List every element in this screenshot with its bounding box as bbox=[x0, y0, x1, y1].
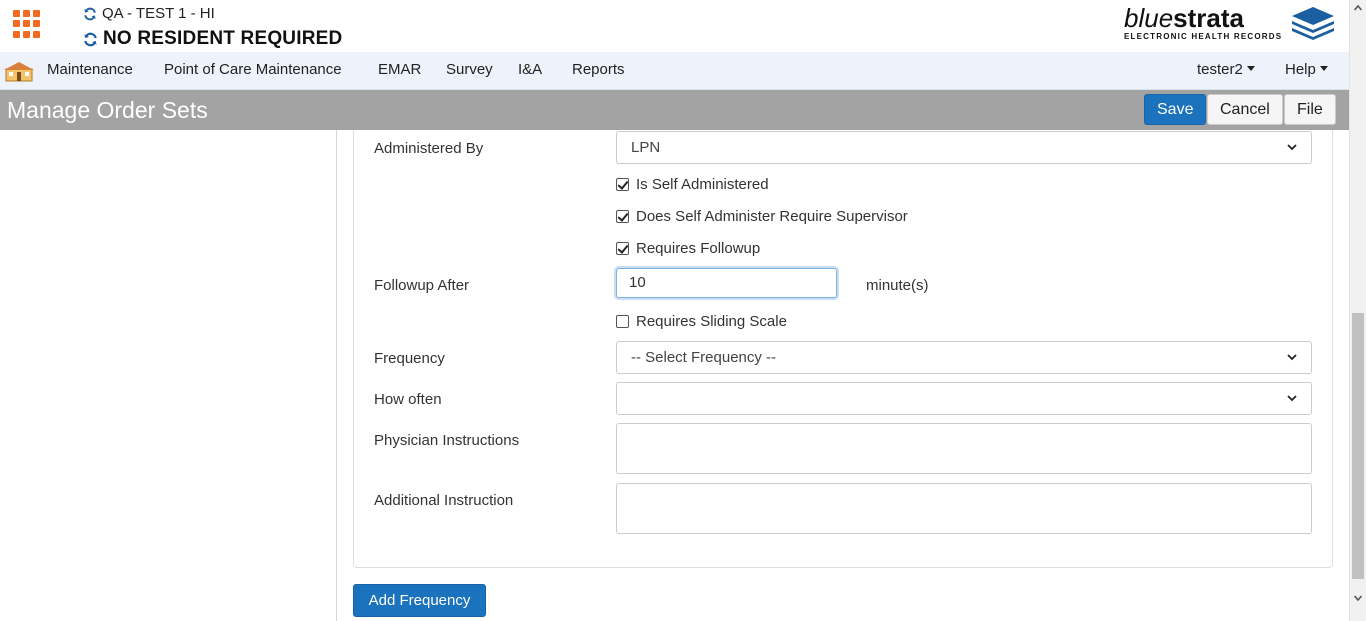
nav-survey[interactable]: Survey bbox=[446, 61, 493, 78]
facility-home-icon[interactable] bbox=[4, 60, 34, 84]
nav-maintenance[interactable]: Maintenance bbox=[47, 61, 133, 78]
sync-icon[interactable] bbox=[83, 7, 97, 21]
frequency-value: -- Select Frequency -- bbox=[631, 349, 777, 366]
physician-instructions-textarea[interactable] bbox=[616, 423, 1312, 474]
is-self-administered-checkbox[interactable]: Is Self Administered bbox=[616, 176, 769, 193]
resident-text: NO RESIDENT REQUIRED bbox=[103, 28, 343, 49]
requires-sliding-scale-checkbox[interactable]: Requires Sliding Scale bbox=[616, 313, 787, 330]
administered-by-value: LPN bbox=[631, 139, 661, 156]
physician-instructions-label: Physician Instructions bbox=[374, 432, 520, 449]
nav-reports[interactable]: Reports bbox=[572, 61, 625, 78]
caret-down-icon bbox=[1319, 66, 1328, 71]
stacked-layers-icon bbox=[1292, 7, 1334, 40]
sync-icon[interactable] bbox=[83, 32, 98, 47]
self-requires-supervisor-label: Does Self Administer Require Supervisor bbox=[636, 208, 908, 225]
checkbox-checked-icon[interactable] bbox=[616, 242, 629, 255]
administered-by-select[interactable]: LPN bbox=[616, 131, 1312, 164]
user-menu[interactable]: tester2 bbox=[1197, 61, 1255, 78]
file-button[interactable]: File bbox=[1284, 94, 1336, 125]
user-name: tester2 bbox=[1197, 61, 1243, 78]
vertical-scrollbar[interactable] bbox=[1349, 0, 1366, 621]
administered-by-label: Administered By bbox=[374, 140, 484, 157]
frequency-select[interactable]: -- Select Frequency -- bbox=[616, 341, 1312, 374]
requires-followup-checkbox[interactable]: Requires Followup bbox=[616, 240, 760, 257]
followup-after-label: Followup After bbox=[374, 277, 470, 294]
cancel-button[interactable]: Cancel bbox=[1207, 94, 1283, 125]
additional-instruction-label: Additional Instruction bbox=[374, 492, 514, 509]
checkbox-checked-icon[interactable] bbox=[616, 178, 629, 191]
environment-label[interactable]: QA - TEST 1 - HI bbox=[83, 5, 215, 22]
requires-sliding-scale-label: Requires Sliding Scale bbox=[636, 313, 787, 330]
add-frequency-button[interactable]: Add Frequency bbox=[353, 584, 486, 617]
scroll-down-arrow-icon[interactable] bbox=[1354, 594, 1362, 602]
how-often-select[interactable] bbox=[616, 382, 1312, 415]
chevron-down-icon bbox=[1287, 395, 1297, 402]
self-requires-supervisor-checkbox[interactable]: Does Self Administer Require Supervisor bbox=[616, 208, 908, 225]
left-sidebar bbox=[0, 130, 337, 621]
logo-wordmark: bluestrata bbox=[1124, 3, 1244, 33]
logo-tagline: ELECTRONIC HEALTH RECORDS bbox=[1124, 32, 1283, 41]
chevron-down-icon bbox=[1287, 354, 1297, 361]
is-self-administered-label: Is Self Administered bbox=[636, 176, 769, 193]
bluestrata-logo: bluestrata ELECTRONIC HEALTH RECORDS bbox=[1124, 3, 1336, 45]
frequency-label: Frequency bbox=[374, 350, 445, 367]
nav-point-of-care-maintenance[interactable]: Point of Care Maintenance bbox=[164, 61, 342, 78]
scroll-up-arrow-icon[interactable] bbox=[1354, 4, 1362, 12]
help-menu[interactable]: Help bbox=[1285, 61, 1328, 78]
environment-text: QA - TEST 1 - HI bbox=[102, 5, 215, 22]
checkbox-unchecked-icon[interactable] bbox=[616, 315, 629, 328]
save-button[interactable]: Save bbox=[1144, 94, 1207, 125]
chevron-down-icon bbox=[1287, 144, 1297, 151]
nav-ia[interactable]: I&A bbox=[518, 61, 542, 78]
checkbox-checked-icon[interactable] bbox=[616, 210, 629, 223]
nav-emar[interactable]: EMAR bbox=[378, 61, 421, 78]
followup-after-input[interactable]: 10 bbox=[616, 268, 837, 298]
main-navbar: Maintenance Point of Care Maintenance EM… bbox=[0, 52, 1349, 90]
requires-followup-label: Requires Followup bbox=[636, 240, 761, 257]
how-often-label: How often bbox=[374, 391, 442, 408]
scrollbar-thumb[interactable] bbox=[1352, 313, 1364, 579]
resident-label[interactable]: NO RESIDENT REQUIRED bbox=[83, 28, 342, 50]
page-title: Manage Order Sets bbox=[7, 97, 208, 123]
top-header: QA - TEST 1 - HI NO RESIDENT REQUIRED bl… bbox=[0, 0, 1349, 52]
apps-grid-icon[interactable] bbox=[13, 10, 41, 38]
caret-down-icon bbox=[1246, 66, 1255, 71]
title-bar: Manage Order Sets Save Cancel File bbox=[0, 90, 1349, 130]
help-label: Help bbox=[1285, 61, 1316, 78]
followup-unit-label: minute(s) bbox=[866, 277, 929, 294]
additional-instruction-textarea[interactable] bbox=[616, 483, 1312, 534]
